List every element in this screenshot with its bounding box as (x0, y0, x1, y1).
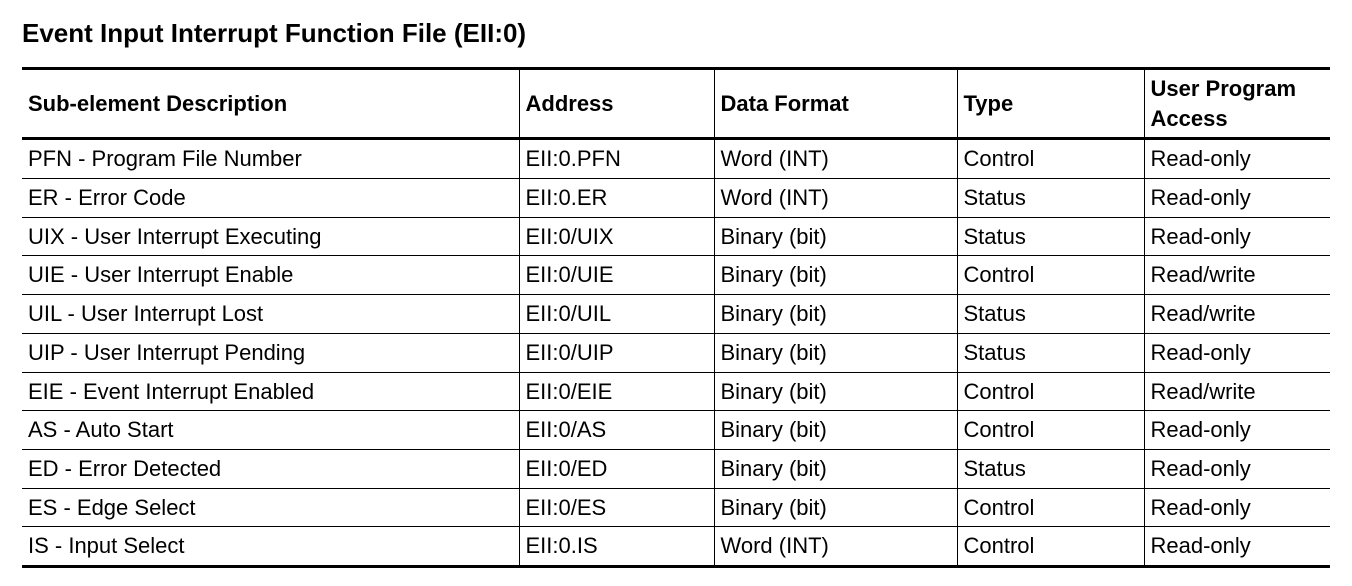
cell-data-format: Binary (bit) (714, 372, 957, 411)
cell-description: IS - Input Select (22, 527, 519, 567)
table-row: UIE - User Interrupt EnableEII:0/UIEBina… (22, 256, 1330, 295)
cell-description: UIX - User Interrupt Executing (22, 217, 519, 256)
cell-type: Control (957, 372, 1144, 411)
cell-access: Read-only (1144, 411, 1330, 450)
cell-address: EII:0/AS (519, 411, 714, 450)
table-row: IS - Input SelectEII:0.ISWord (INT)Contr… (22, 527, 1330, 567)
cell-type: Control (957, 527, 1144, 567)
cell-description: UIE - User Interrupt Enable (22, 256, 519, 295)
table-body: PFN - Program File NumberEII:0.PFNWord (… (22, 139, 1330, 567)
cell-address: EII:0.IS (519, 527, 714, 567)
cell-address: EII:0/UIE (519, 256, 714, 295)
cell-type: Status (957, 217, 1144, 256)
cell-data-format: Binary (bit) (714, 449, 957, 488)
cell-description: PFN - Program File Number (22, 139, 519, 179)
table-row: UIP - User Interrupt PendingEII:0/UIPBin… (22, 333, 1330, 372)
cell-type: Status (957, 449, 1144, 488)
function-file-table: Sub-element Description Address Data For… (22, 67, 1330, 568)
cell-description: UIP - User Interrupt Pending (22, 333, 519, 372)
cell-address: EII:0/UIX (519, 217, 714, 256)
cell-access: Read-only (1144, 217, 1330, 256)
cell-data-format: Binary (bit) (714, 411, 957, 450)
cell-access: Read-only (1144, 449, 1330, 488)
col-header-description: Sub-element Description (22, 69, 519, 139)
cell-address: EII:0/UIP (519, 333, 714, 372)
cell-data-format: Word (INT) (714, 527, 957, 567)
table-row: EIE - Event Interrupt EnabledEII:0/EIEBi… (22, 372, 1330, 411)
cell-description: ED - Error Detected (22, 449, 519, 488)
cell-description: ES - Edge Select (22, 488, 519, 527)
col-header-data-format: Data Format (714, 69, 957, 139)
table-row: ER - Error CodeEII:0.ERWord (INT)StatusR… (22, 179, 1330, 218)
table-row: UIL - User Interrupt LostEII:0/UILBinary… (22, 295, 1330, 334)
col-header-type: Type (957, 69, 1144, 139)
cell-access: Read/write (1144, 295, 1330, 334)
cell-description: ER - Error Code (22, 179, 519, 218)
table-row: AS - Auto StartEII:0/ASBinary (bit)Contr… (22, 411, 1330, 450)
cell-access: Read-only (1144, 139, 1330, 179)
page-title: Event Input Interrupt Function File (EII… (22, 18, 1330, 49)
cell-address: EII:0.ER (519, 179, 714, 218)
cell-type: Control (957, 488, 1144, 527)
cell-access: Read-only (1144, 333, 1330, 372)
cell-type: Control (957, 411, 1144, 450)
cell-address: EII:0/ES (519, 488, 714, 527)
cell-data-format: Binary (bit) (714, 333, 957, 372)
cell-type: Status (957, 333, 1144, 372)
cell-address: EII:0.PFN (519, 139, 714, 179)
cell-address: EII:0/ED (519, 449, 714, 488)
cell-data-format: Binary (bit) (714, 295, 957, 334)
cell-data-format: Binary (bit) (714, 217, 957, 256)
cell-type: Status (957, 179, 1144, 218)
cell-address: EII:0/EIE (519, 372, 714, 411)
cell-data-format: Word (INT) (714, 139, 957, 179)
cell-access: Read/write (1144, 256, 1330, 295)
cell-access: Read-only (1144, 179, 1330, 218)
table-row: PFN - Program File NumberEII:0.PFNWord (… (22, 139, 1330, 179)
table-row: ES - Edge SelectEII:0/ESBinary (bit)Cont… (22, 488, 1330, 527)
cell-description: AS - Auto Start (22, 411, 519, 450)
cell-data-format: Binary (bit) (714, 256, 957, 295)
cell-description: EIE - Event Interrupt Enabled (22, 372, 519, 411)
cell-type: Control (957, 256, 1144, 295)
cell-type: Status (957, 295, 1144, 334)
cell-description: UIL - User Interrupt Lost (22, 295, 519, 334)
cell-access: Read/write (1144, 372, 1330, 411)
table-header-row: Sub-element Description Address Data For… (22, 69, 1330, 139)
cell-data-format: Binary (bit) (714, 488, 957, 527)
cell-type: Control (957, 139, 1144, 179)
col-header-address: Address (519, 69, 714, 139)
cell-access: Read-only (1144, 527, 1330, 567)
col-header-access: User Program Access (1144, 69, 1330, 139)
cell-access: Read-only (1144, 488, 1330, 527)
table-row: UIX - User Interrupt ExecutingEII:0/UIXB… (22, 217, 1330, 256)
cell-address: EII:0/UIL (519, 295, 714, 334)
cell-data-format: Word (INT) (714, 179, 957, 218)
table-row: ED - Error DetectedEII:0/EDBinary (bit)S… (22, 449, 1330, 488)
